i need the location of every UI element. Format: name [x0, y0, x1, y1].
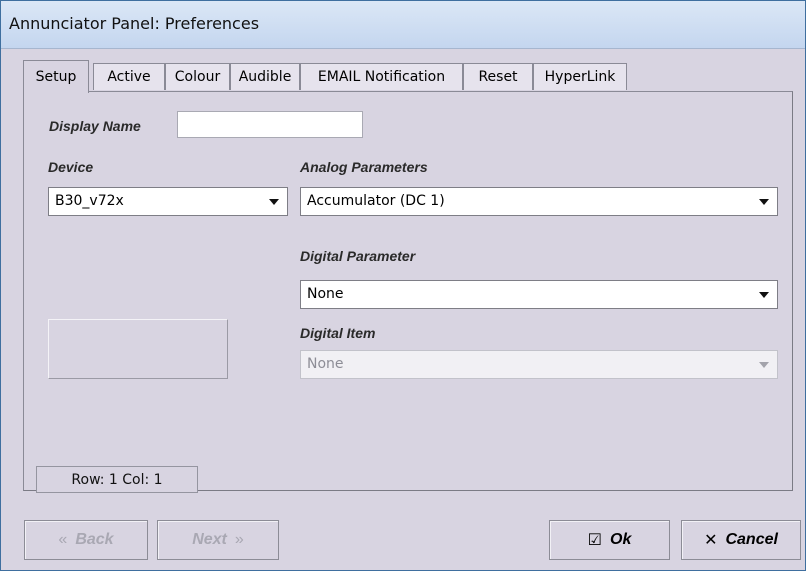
- tab-audible[interactable]: Audible: [230, 63, 300, 90]
- next-button[interactable]: Next »: [157, 520, 279, 560]
- analog-parameters-value: Accumulator (DC 1): [307, 193, 445, 209]
- title-bar: Annunciator Panel: Preferences: [1, 1, 805, 49]
- double-chevron-left-icon: «: [58, 531, 68, 548]
- preferences-window: Annunciator Panel: Preferences Setup Act…: [0, 0, 806, 571]
- tab-setup[interactable]: Setup: [23, 60, 89, 93]
- checkbox-check-icon: ☑: [587, 532, 602, 549]
- tab-colour[interactable]: Colour: [165, 63, 230, 90]
- analog-parameters-label: Analog Parameters: [300, 159, 428, 175]
- chevron-down-icon: [269, 199, 279, 205]
- digital-parameter-select[interactable]: None: [300, 280, 778, 309]
- back-button-label: Back: [75, 531, 114, 548]
- tab-hyperlink[interactable]: HyperLink: [533, 63, 627, 90]
- ok-button[interactable]: ☑ Ok: [549, 520, 670, 560]
- chevron-down-icon: [759, 292, 769, 298]
- display-name-field[interactable]: [177, 111, 363, 138]
- next-button-label: Next: [192, 531, 227, 548]
- ok-button-label: Ok: [610, 531, 632, 548]
- double-chevron-right-icon: »: [234, 531, 244, 548]
- chevron-down-icon: [759, 362, 769, 368]
- digital-parameter-value: None: [307, 286, 344, 302]
- digital-item-select[interactable]: None: [300, 350, 778, 379]
- annunciator-preview-box: [48, 319, 228, 379]
- window-title: Annunciator Panel: Preferences: [9, 14, 260, 33]
- display-name-label: Display Name: [49, 118, 141, 134]
- back-button[interactable]: « Back: [24, 520, 148, 560]
- row-col-status: Row: 1 Col: 1: [36, 466, 198, 493]
- cancel-button[interactable]: ✕ Cancel: [681, 520, 801, 560]
- device-label: Device: [48, 159, 94, 175]
- tab-active[interactable]: Active: [93, 63, 165, 90]
- device-select[interactable]: B30_v72x: [48, 187, 288, 216]
- cancel-button-label: Cancel: [725, 531, 778, 548]
- x-icon: ✕: [704, 532, 718, 549]
- digital-parameter-label: Digital Parameter: [300, 248, 416, 264]
- tab-reset[interactable]: Reset: [463, 63, 533, 90]
- tab-email-notification[interactable]: EMAIL Notification: [300, 63, 463, 90]
- digital-item-label: Digital Item: [300, 325, 376, 341]
- analog-parameters-select[interactable]: Accumulator (DC 1): [300, 187, 778, 216]
- chevron-down-icon: [759, 199, 769, 205]
- device-value: B30_v72x: [55, 193, 124, 209]
- digital-item-value: None: [307, 356, 344, 372]
